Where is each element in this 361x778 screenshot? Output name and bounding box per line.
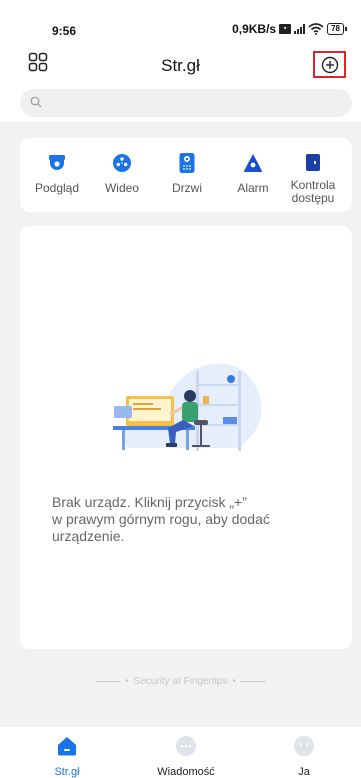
empty-state-illustration xyxy=(113,363,262,451)
video-reel-icon xyxy=(113,154,131,172)
tab-profile[interactable]: Ja xyxy=(259,735,349,778)
search-input[interactable] xyxy=(48,93,342,115)
quick-label: Kontrola dostępu xyxy=(290,179,336,205)
quick-label: Drzwi xyxy=(172,181,202,195)
add-device-button[interactable] xyxy=(313,51,346,78)
quick-item-kontrola-dostepu[interactable]: Kontrola dostępu xyxy=(280,152,346,205)
home-icon xyxy=(58,737,76,756)
wifi-icon xyxy=(308,23,324,35)
slogan-text: Security at Fingertips xyxy=(133,676,228,687)
status-time: 9:56 xyxy=(52,24,77,38)
battery-level: 78 xyxy=(327,23,344,35)
access-control-icon xyxy=(306,154,320,171)
battery-icon: 78 xyxy=(327,23,347,35)
quick-label: Wideo xyxy=(104,181,139,195)
status-indicators: 0,9KB/s ▪ 78 xyxy=(232,22,347,36)
quick-label: Podgląd xyxy=(34,181,80,195)
tab-label: Ja xyxy=(298,766,310,778)
device-list-area: Brak urządz. Kliknij przycisk „+” w praw… xyxy=(20,226,352,649)
signal-icon xyxy=(294,24,306,34)
tab-label: Str.gł xyxy=(54,766,80,778)
tab-messages[interactable]: Wiadomość xyxy=(141,735,231,778)
empty-state-message: Brak urządz. Kliknij przycisk „+” w praw… xyxy=(52,494,270,544)
network-type-icon: ▪ xyxy=(279,24,292,34)
footer-slogan: • Security at Fingertips • xyxy=(0,676,361,687)
quick-access-bar: Podgląd Wideo Drzwi Alarm Kontrola dostę… xyxy=(20,138,352,212)
quick-label: Alarm xyxy=(237,181,269,195)
quick-item-drzwi[interactable]: Drzwi xyxy=(154,152,220,195)
quick-item-wideo[interactable]: Wideo xyxy=(89,152,155,195)
search-bar[interactable] xyxy=(20,89,352,117)
alarm-icon xyxy=(244,154,262,172)
header: Str.gł xyxy=(0,42,361,122)
profile-icon xyxy=(294,736,314,756)
tab-home[interactable]: Str.gł xyxy=(22,735,112,778)
bottom-tab-bar: Str.gł Wiadomość Ja xyxy=(0,727,361,778)
page-title: Str.gł xyxy=(161,56,200,75)
message-icon xyxy=(176,736,196,756)
intercom-icon xyxy=(179,153,195,173)
quick-item-podglad[interactable]: Podgląd xyxy=(24,152,90,195)
search-icon xyxy=(30,96,42,108)
camera-icon xyxy=(49,155,65,170)
plus-circle-icon xyxy=(321,56,338,73)
status-bar: 9:56 0,9KB/s ▪ 78 xyxy=(0,0,361,42)
network-speed: 0,9KB/s xyxy=(232,22,277,36)
tab-label: Wiadomość xyxy=(157,766,215,778)
quick-item-alarm[interactable]: Alarm xyxy=(220,152,286,195)
